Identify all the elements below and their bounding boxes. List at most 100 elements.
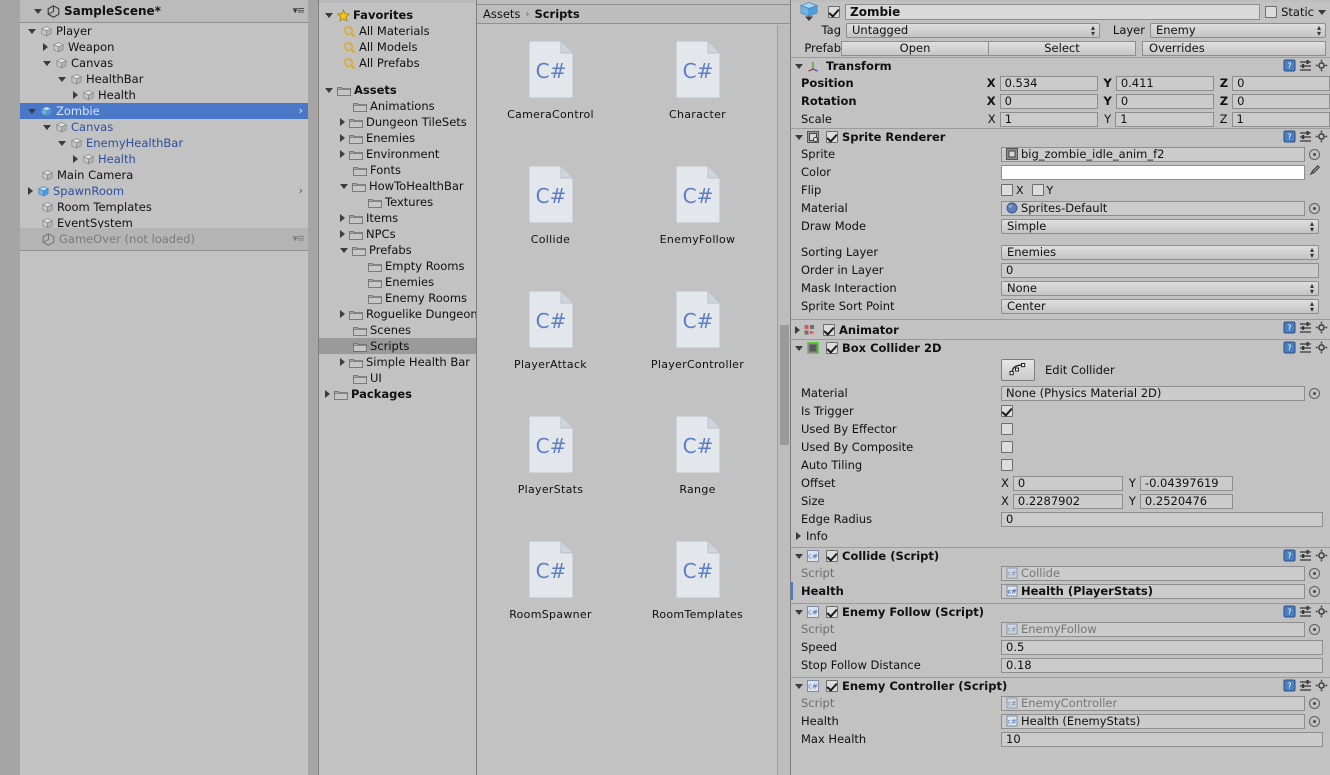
chevron-right-icon[interactable] [340, 230, 345, 238]
breadcrumb-assets[interactable]: Assets [483, 7, 520, 21]
chevron-down-icon[interactable] [340, 248, 348, 253]
sprite-sort-point-dropdown[interactable]: Center ▴ ▾ [1001, 298, 1319, 314]
preset-icon[interactable] [1299, 605, 1312, 618]
project-tree-item-scenes[interactable]: Scenes [319, 322, 476, 338]
chevron-down-icon[interactable] [325, 13, 333, 18]
chevron-right-icon[interactable] [796, 532, 801, 540]
project-tree-item-animations[interactable]: Animations [319, 98, 476, 114]
asset-item[interactable]: C# RoomTemplates [624, 539, 771, 665]
chevron-down-icon[interactable] [43, 61, 51, 66]
chevron-down-icon[interactable] [43, 125, 51, 130]
chevron-down-icon[interactable] [34, 9, 42, 14]
project-tree-item-packages[interactable]: Packages [319, 386, 476, 402]
object-name-field[interactable]: Zombie [845, 3, 1261, 20]
project-tree-item-enemies[interactable]: Enemies [319, 130, 476, 146]
prefab-cube-icon[interactable] [797, 2, 823, 21]
transform-rotation-y-field[interactable]: 0 [1115, 93, 1214, 109]
hierarchy-item-spawnroom[interactable]: SpawnRoom › [20, 183, 308, 199]
draw-mode-dropdown[interactable]: Simple ▴ ▾ [1001, 218, 1319, 234]
chevron-right-icon[interactable] [340, 310, 345, 318]
sprite-renderer-header[interactable]: Sprite Renderer ? [791, 129, 1330, 145]
hierarchy-item-player[interactable]: Player [20, 23, 308, 39]
chevron-down-icon[interactable] [340, 184, 348, 189]
collide-script-picker-icon[interactable] [1309, 567, 1320, 579]
chevron-right-icon[interactable] [795, 325, 800, 334]
chevron-down-icon[interactable] [1318, 9, 1326, 15]
animator-header[interactable]: Animator ? [791, 320, 1330, 339]
hierarchy-item-canvas[interactable]: Canvas [20, 119, 308, 135]
static-checkbox[interactable] [1265, 5, 1278, 18]
flip-y-checkbox[interactable] [1031, 184, 1044, 196]
project-tree-item-roguelike-dungeon[interactable]: Roguelike Dungeon [319, 306, 478, 322]
project-favorites-header[interactable]: Favorites [319, 7, 476, 23]
animator-enabled-checkbox[interactable] [823, 323, 835, 336]
chevron-down-icon[interactable] [795, 554, 803, 559]
help-icon[interactable]: ? [1283, 679, 1296, 692]
layer-dropdown[interactable]: Enemy ▴ ▾ [1150, 22, 1326, 38]
chevron-right-icon[interactable] [73, 91, 78, 99]
edit-collider-button[interactable] [1001, 359, 1035, 381]
help-icon[interactable]: ? [1283, 341, 1296, 354]
box-collider-enabled-checkbox[interactable] [826, 342, 838, 354]
tag-dropdown[interactable]: Untagged ▴ ▾ [846, 22, 1100, 38]
transform-rotation-x-field[interactable]: 0 [999, 93, 1098, 109]
flip-x-checkbox[interactable] [1001, 184, 1013, 196]
hierarchy-item-room-templates[interactable]: Room Templates [20, 199, 308, 215]
hierarchy-item-zombie[interactable]: Zombie › [20, 103, 308, 119]
collide-script-header[interactable]: c# Collide (Script) ? [791, 548, 1330, 564]
preset-icon[interactable] [1299, 130, 1312, 143]
enemy-controller-health-field[interactable]: c# Health (EnemyStats) [1001, 713, 1305, 729]
asset-item[interactable]: C# RoomSpawner [477, 539, 624, 665]
enemy-controller-enabled-checkbox[interactable] [826, 680, 838, 692]
project-tree-item-empty-rooms[interactable]: Empty Rooms [319, 258, 476, 274]
used-by-effector-checkbox[interactable] [1001, 423, 1013, 435]
project-tree-item-npcs[interactable]: NPCs [319, 226, 476, 242]
chevron-right-icon[interactable]: › [299, 105, 303, 116]
enemy-follow-enabled-checkbox[interactable] [826, 606, 838, 618]
preset-icon[interactable] [1299, 679, 1312, 692]
info-row[interactable]: Info [791, 528, 1330, 544]
chevron-down-icon[interactable] [795, 684, 803, 689]
project-tree-item-simple-health-bar[interactable]: Simple Health Bar [319, 354, 476, 370]
chevron-right-icon[interactable]: › [299, 185, 303, 196]
material-object-field[interactable]: Sprites-Default [1001, 200, 1305, 216]
project-tree-item-ui[interactable]: UI [319, 370, 476, 386]
hierarchy-item-health[interactable]: Health [20, 87, 308, 103]
hierarchy-item-enemyhealthbar[interactable]: EnemyHealthBar [20, 135, 308, 151]
enemy-follow-script-picker-icon[interactable] [1309, 623, 1320, 635]
help-icon[interactable]: ? [1283, 59, 1296, 72]
size-x-field[interactable]: 0.2287902 [1012, 493, 1123, 509]
chevron-down-icon[interactable] [28, 109, 36, 114]
chevron-right-icon[interactable] [28, 187, 33, 195]
chevron-down-icon[interactable] [795, 610, 803, 615]
asset-item[interactable]: C# PlayerAttack [477, 289, 624, 415]
offset-x-field[interactable]: 0 [1012, 475, 1123, 491]
size-y-field[interactable]: 0.2520476 [1139, 493, 1233, 509]
is-trigger-checkbox[interactable] [1001, 405, 1013, 417]
breadcrumb-scripts[interactable]: Scripts [534, 7, 579, 21]
collide-health-picker-icon[interactable] [1309, 585, 1320, 597]
prefab-open-button[interactable]: Open [841, 40, 989, 56]
collider-material-field[interactable]: None (Physics Material 2D) [1001, 385, 1305, 401]
scene-header-gameover[interactable]: GameOver (not loaded) ▾≡ [20, 228, 308, 251]
chevron-right-icon[interactable] [340, 214, 345, 222]
sprite-object-field[interactable]: big_zombie_idle_anim_f2 [1001, 146, 1305, 162]
asset-item[interactable]: C# Character [624, 39, 771, 165]
hierarchy-item-weapon[interactable]: Weapon [20, 39, 308, 55]
collide-script-enabled-checkbox[interactable] [826, 550, 838, 562]
chevron-right-icon[interactable] [325, 390, 330, 398]
browser-scrollbar-thumb[interactable] [780, 325, 789, 445]
project-tree-item-prefabs[interactable]: Prefabs [319, 242, 476, 258]
preset-icon[interactable] [1299, 341, 1312, 354]
chevron-down-icon[interactable] [325, 88, 333, 93]
collider-material-picker-icon[interactable] [1309, 387, 1320, 399]
gear-icon[interactable] [1315, 605, 1328, 618]
chevron-down-icon[interactable] [58, 77, 66, 82]
help-icon[interactable]: ? [1283, 549, 1296, 562]
preset-icon[interactable] [1299, 59, 1312, 72]
project-tree-item-enemies[interactable]: Enemies [319, 274, 476, 290]
chevron-right-icon[interactable] [43, 43, 48, 51]
preset-icon[interactable] [1299, 321, 1312, 334]
transform-rotation-z-field[interactable]: 0 [1232, 93, 1330, 109]
auto-tiling-checkbox[interactable] [1001, 459, 1013, 471]
